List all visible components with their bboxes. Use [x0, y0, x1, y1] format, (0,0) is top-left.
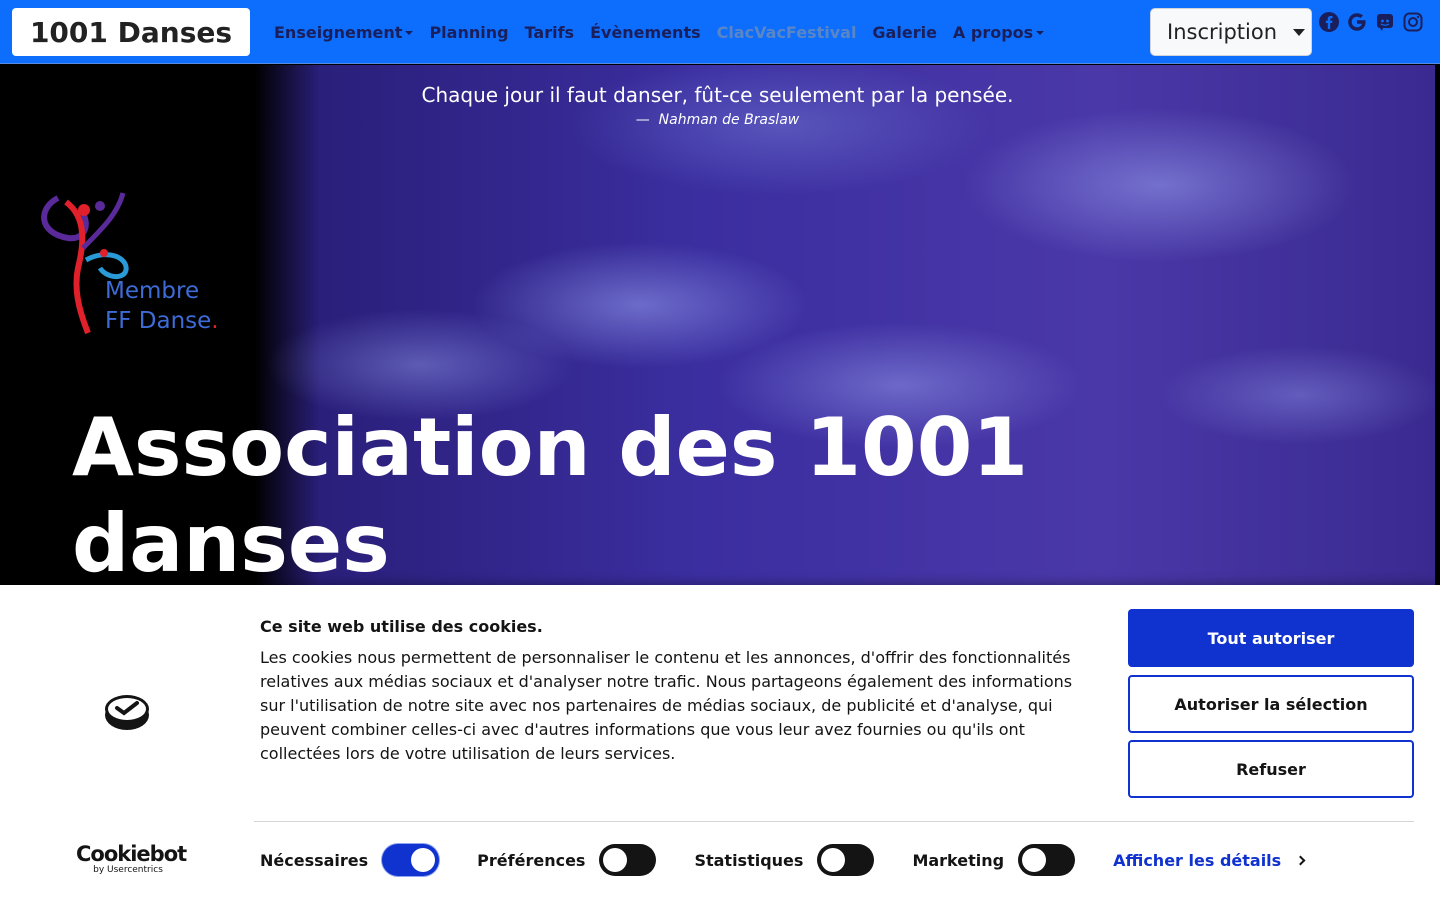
ffdanse-badge-line1: Membre — [105, 278, 200, 304]
instagram-icon[interactable] — [1402, 11, 1424, 33]
navbar: 1001 Danses Enseignement Planning Tarifs… — [0, 0, 1440, 64]
hero-quote: Chaque jour il faut danser, fût-ce seule… — [421, 83, 1014, 107]
cookie-title: Ce site web utilise des cookies. — [260, 617, 543, 636]
hero-title: Association des 1001 danses — [72, 401, 1029, 590]
cookie-body: Les cookies nous permettent de personnal… — [260, 648, 1073, 763]
toggle-necessaires: Nécessaires — [260, 844, 440, 876]
nav-planning[interactable]: Planning — [421, 23, 516, 42]
caret-down-icon — [1036, 31, 1045, 35]
toggle-switch-statistiques[interactable] — [817, 844, 875, 876]
nav-a-propos[interactable]: A propos — [945, 23, 1052, 42]
nav-evenements[interactable]: Évènements — [582, 23, 709, 42]
chevron-right-icon — [1295, 855, 1306, 865]
show-details-link[interactable]: Afficher les détails — [1113, 851, 1306, 870]
cookie-banner: Cookiebot by Usercentrics Ce site web ut… — [0, 585, 1440, 900]
toggle-preferences: Préférences — [477, 844, 657, 876]
nav-clacvacfestival[interactable]: ClacVacFestival — [709, 23, 865, 42]
nav-galerie[interactable]: Galerie — [864, 23, 945, 42]
google-icon[interactable] — [1346, 11, 1368, 33]
social-links — [1318, 11, 1424, 33]
facebook-icon[interactable] — [1318, 11, 1340, 33]
toggle-statistiques: Statistiques — [694, 844, 875, 876]
toggle-switch-preferences[interactable] — [599, 844, 657, 876]
divider — [254, 821, 1414, 822]
ffdanse-badge-line2: FF Danse. — [105, 308, 219, 334]
inscription-label: Inscription — [1167, 20, 1278, 44]
cookiebot-brand[interactable]: Cookiebot by Usercentrics — [76, 843, 187, 875]
nav-tarifs[interactable]: Tarifs — [517, 23, 583, 42]
toggle-marketing: Marketing — [912, 844, 1076, 876]
refuse-button[interactable]: Refuser — [1128, 740, 1414, 798]
cookiebot-logo-icon — [105, 695, 149, 730]
nav-enseignement[interactable]: Enseignement — [266, 23, 421, 42]
hero-quote-author: — Nahman de Braslaw — [635, 112, 800, 128]
discord-icon[interactable] — [1374, 11, 1396, 33]
caret-down-icon — [1293, 28, 1306, 36]
toggle-switch-necessaires[interactable] — [382, 844, 440, 876]
toggle-switch-marketing[interactable] — [1018, 844, 1076, 876]
caret-down-icon — [405, 31, 414, 35]
allow-selection-button[interactable]: Autoriser la sélection — [1128, 675, 1414, 733]
nav-links: Enseignement Planning Tarifs Évènements … — [266, 0, 1052, 64]
inscription-dropdown[interactable]: Inscription — [1150, 8, 1312, 56]
brand-logo[interactable]: 1001 Danses — [12, 8, 250, 56]
cookie-toggles: Nécessaires Préférences Statistiques Mar… — [260, 844, 1306, 876]
allow-all-button[interactable]: Tout autoriser — [1128, 609, 1414, 667]
